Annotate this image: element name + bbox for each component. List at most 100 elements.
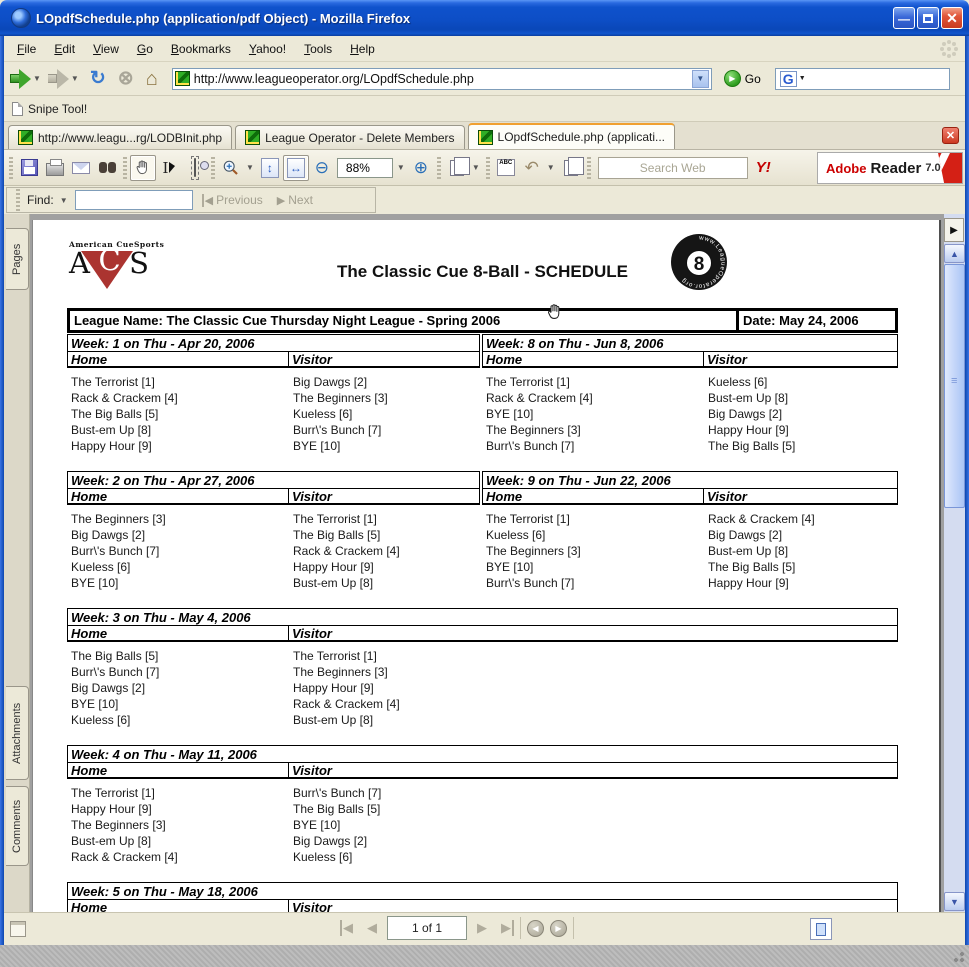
menu-bookmarks[interactable]: Bookmarks: [162, 39, 240, 59]
yahoo-search-input[interactable]: Search Web: [598, 157, 748, 179]
team-name: Bust-em Up [8]: [708, 391, 898, 407]
search-engine-icon[interactable]: G: [780, 71, 797, 87]
toolbar-grip[interactable]: [437, 157, 441, 179]
resize-grip-icon[interactable]: [953, 951, 965, 963]
search-button[interactable]: [94, 155, 120, 181]
menu-view[interactable]: View: [84, 39, 128, 59]
zoom-out-button[interactable]: ⊖: [309, 155, 335, 181]
sidebar-tab-attachments[interactable]: Attachments: [6, 686, 29, 780]
search-engine-dropdown-icon[interactable]: ▼: [799, 75, 806, 82]
week-title: Week: 3 on Thu - May 4, 2006: [67, 608, 898, 625]
url-input[interactable]: [194, 72, 692, 86]
maximize-button[interactable]: [917, 7, 939, 29]
select-text-tool-button[interactable]: I: [156, 155, 182, 181]
league-header-row: League Name: The Classic Cue Thursday Ni…: [67, 308, 898, 333]
find-input[interactable]: [75, 190, 193, 210]
url-history-dropdown-icon[interactable]: ▼: [692, 70, 709, 88]
sidebar-tab-comments[interactable]: Comments: [6, 786, 29, 866]
menu-go[interactable]: Go: [128, 39, 162, 59]
minimize-button[interactable]: —: [893, 7, 915, 29]
save-button[interactable]: [16, 155, 42, 181]
hand-tool-button[interactable]: [130, 155, 156, 181]
team-name: Bust-em Up [8]: [71, 423, 288, 439]
menu-file[interactable]: File: [8, 39, 45, 59]
create-pdf-button[interactable]: [444, 155, 470, 181]
tab-lopdfschedule-active[interactable]: LOpdfSchedule.php (applicati...: [468, 123, 675, 149]
web-search-box[interactable]: G ▼: [775, 68, 950, 90]
previous-view-button[interactable]: ◀: [527, 920, 544, 937]
print-button[interactable]: [42, 155, 68, 181]
page-indicator[interactable]: 1 of 1: [387, 916, 467, 940]
tab-delete-members[interactable]: League Operator - Delete Members: [235, 125, 464, 149]
home-icon[interactable]: ⌂: [142, 69, 162, 89]
hand-cursor-icon: [545, 302, 563, 322]
team-name: Big Dawgs [2]: [293, 375, 480, 391]
fit-page-button[interactable]: ↕: [257, 155, 283, 181]
bookmark-snipe-tool[interactable]: Snipe Tool!: [28, 102, 87, 116]
yahoo-icon[interactable]: Y!: [752, 159, 775, 176]
scrollbar-thumb[interactable]: [944, 264, 965, 508]
toolbar-grip[interactable]: [486, 157, 490, 179]
vertical-scrollbar[interactable]: ▶ ▲ ▼: [944, 214, 965, 912]
next-page-button[interactable]: ▶: [473, 920, 491, 936]
menu-help[interactable]: Help: [341, 39, 384, 59]
team-name: The Beginners [3]: [71, 512, 288, 528]
binoculars-icon: [99, 162, 116, 173]
previous-page-button[interactable]: ◀: [363, 920, 381, 936]
back-button[interactable]: [10, 69, 31, 89]
statusbar-menu-icon[interactable]: [10, 921, 26, 937]
next-view-button[interactable]: ▶: [550, 920, 567, 937]
last-page-button[interactable]: ▶: [497, 920, 514, 936]
email-button[interactable]: [68, 155, 94, 181]
address-bar[interactable]: ▼: [172, 68, 712, 90]
scroll-up-icon[interactable]: ▲: [944, 244, 965, 263]
team-name: Burr\'s Bunch [7]: [293, 786, 898, 802]
spellcheck-button[interactable]: ABC: [493, 155, 519, 181]
find-previous-button[interactable]: ◀Previous: [197, 193, 268, 207]
visitor-team-list: The Terrorist [1]The Big Balls [5]Rack &…: [288, 512, 480, 592]
team-name: Burr\'s Bunch [7]: [71, 544, 288, 560]
scroll-down-icon[interactable]: ▼: [944, 892, 965, 911]
zoom-in-button[interactable]: ⊕: [408, 155, 434, 181]
create-pdf-dropdown-icon[interactable]: ▼: [472, 163, 480, 172]
toolbar-grip[interactable]: [123, 157, 127, 179]
menu-edit[interactable]: Edit: [45, 39, 84, 59]
reply-arrow-icon: ↶: [525, 158, 539, 178]
find-next-button[interactable]: ▶Next: [272, 193, 318, 207]
zoom-tool-dropdown-icon[interactable]: ▼: [246, 163, 254, 172]
week-title: Week: 8 on Thu - Jun 8, 2006: [482, 334, 898, 351]
reply-button[interactable]: ↶: [519, 155, 545, 181]
team-name: Kueless [6]: [708, 375, 898, 391]
zoom-level-select[interactable]: 88%: [337, 158, 393, 178]
forward-button[interactable]: [48, 69, 69, 89]
fit-width-button[interactable]: ↔: [283, 155, 309, 181]
snapshot-tool-button[interactable]: [182, 155, 208, 181]
toolbar-grip[interactable]: [211, 157, 215, 179]
pane-expand-icon[interactable]: ▶: [944, 218, 964, 242]
menu-tools[interactable]: Tools: [295, 39, 341, 59]
team-name: Rack & Crackem [4]: [293, 544, 480, 560]
sidebar-tab-pages[interactable]: Pages: [6, 228, 29, 290]
first-page-button[interactable]: ◀: [340, 920, 357, 936]
forward-dropdown-icon[interactable]: ▼: [71, 74, 79, 83]
bookmark-page-icon: [12, 102, 23, 116]
menu-yahoo[interactable]: Yahoo!: [240, 39, 295, 59]
tab-close-icon[interactable]: ✕: [942, 127, 959, 144]
week-title: Week: 1 on Thu - Apr 20, 2006: [67, 334, 480, 351]
stop-icon[interactable]: ⊗: [114, 69, 138, 88]
home-team-list: The Big Balls [5]Burr\'s Bunch [7]Big Da…: [67, 649, 288, 729]
zoom-tool-button[interactable]: [218, 155, 244, 181]
toolbar-grip[interactable]: [587, 157, 591, 179]
reload-icon[interactable]: ↻: [86, 69, 110, 88]
reply-dropdown-icon[interactable]: ▼: [547, 163, 555, 172]
find-dropdown-icon[interactable]: ▼: [60, 196, 68, 205]
back-dropdown-icon[interactable]: ▼: [33, 74, 41, 83]
zoom-level-dropdown-icon[interactable]: ▼: [397, 163, 405, 172]
toolbar-grip[interactable]: [9, 157, 13, 179]
go-button[interactable]: ▶ Go: [724, 70, 761, 87]
close-button[interactable]: ✕: [941, 7, 963, 29]
tab-lodbinit[interactable]: http://www.leagu...rg/LODBInit.php: [8, 125, 232, 149]
toolbar-grip[interactable]: [16, 189, 20, 211]
single-page-layout-button[interactable]: [810, 918, 832, 940]
copy-pages-button[interactable]: [558, 155, 584, 181]
